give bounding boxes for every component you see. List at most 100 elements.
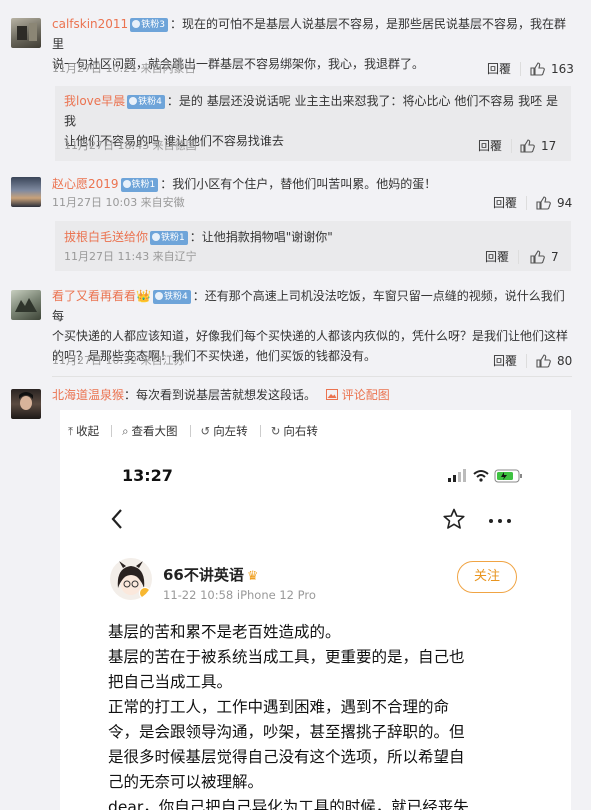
screenshot-image[interactable]: 13:27 66不讲英语 ♛ 11-22 10:58 iPhone 12 Pro … — [88, 452, 548, 810]
more-dots-icon[interactable] — [488, 518, 512, 524]
like-button[interactable]: 163 — [530, 61, 574, 77]
toolbar-label: 收起 — [76, 424, 100, 438]
post-line: dear，你自己把自己异化为工具的时候，就已经丧失 — [108, 798, 469, 810]
post-line: 把自己当成工具。 — [108, 673, 233, 691]
comment-body: ：每次看到说基层苦就想发这段话。 — [124, 388, 317, 402]
comment-username[interactable]: 北海道温泉猴 — [52, 388, 124, 402]
fan-badge[interactable]: 铁粉1 — [150, 231, 188, 245]
avatar[interactable] — [11, 18, 41, 48]
like-count: 7 — [551, 250, 559, 264]
signal-icon — [448, 469, 466, 482]
divider — [518, 250, 519, 264]
reply-text: 拔根白毛送给你 铁粉1 ：让他捐款捐物唱"谢谢你" — [64, 227, 564, 247]
divider — [111, 425, 113, 437]
fan-badge-label: 铁粉4 — [163, 292, 188, 302]
star-icon[interactable] — [443, 508, 465, 530]
magnify-icon: ⌕ — [122, 423, 129, 438]
collapse-button[interactable]: ⤒ 收起 — [68, 423, 99, 439]
fan-badge-icon — [132, 20, 141, 28]
comment-meta: 11月27日 10:03 来自安徽 — [52, 196, 185, 209]
comment-meta: 11月27日 10:21 来自内蒙古 — [52, 62, 196, 75]
divider — [189, 425, 191, 437]
author-name-text: 66不讲英语 — [163, 566, 244, 584]
avatar[interactable] — [11, 389, 41, 419]
post-line: 是很多时候基层觉得自己没有这个选项，所以希望自 — [108, 748, 465, 766]
like-count: 80 — [557, 354, 573, 368]
reply-body: ：让他捐款捐物唱"谢谢你" — [189, 230, 333, 244]
toolbar-label: 向右转 — [283, 424, 318, 438]
like-button[interactable]: 94 — [536, 195, 572, 211]
post-time-device: 11-22 10:58 iPhone 12 Pro — [163, 588, 316, 602]
fan-badge[interactable]: 铁粉1 — [120, 178, 159, 192]
comment-body: ：现在的可怕不是基层人说基层不容易，是那些居民说基层不容易，我在群里 — [52, 17, 566, 51]
author-avatar[interactable] — [110, 558, 152, 600]
comment-meta: 11月27日 10:32 来自江苏 — [52, 354, 185, 367]
thumbs-up-icon — [536, 196, 551, 210]
like-button[interactable]: 7 — [530, 249, 559, 265]
divider — [526, 354, 527, 368]
reply-username[interactable]: 我love早晨 — [64, 94, 125, 108]
picture-comment-label: 评论配图 — [341, 388, 390, 402]
reply-button[interactable]: 回覆 — [478, 138, 502, 154]
comment-panel: calfskin2011 铁粉3 ：现在的可怕不是基层人说基层不容易，是那些居民说基… — [0, 0, 591, 810]
thumbs-up-icon — [520, 139, 535, 153]
status-bar-icons — [448, 469, 522, 483]
comment-username[interactable]: 看了又看再看看 — [52, 289, 136, 303]
back-chevron-icon[interactable] — [110, 508, 124, 530]
image-toolbar: ⤒ 收起 ⌕ 查看大图 ↺ 向左转 ↻ 向右转 — [60, 410, 571, 452]
image-viewer: ⤒ 收起 ⌕ 查看大图 ↺ 向左转 ↻ 向右转 13:27 66不讲英语 ♛ 11 — [60, 410, 571, 810]
divider — [259, 425, 261, 437]
wifi-icon — [473, 470, 489, 482]
reply-button[interactable]: 回覆 — [493, 195, 517, 211]
like-button[interactable]: 80 — [536, 353, 572, 369]
rotate-left-button[interactable]: ↺ 向左转 — [201, 423, 248, 439]
verified-badge-icon — [139, 587, 151, 599]
reply-button[interactable]: 回覆 — [493, 353, 517, 369]
author-name[interactable]: 66不讲英语 ♛ — [163, 564, 259, 585]
toolbar-label: 查看大图 — [131, 424, 178, 438]
fan-badge-label: 铁粉3 — [141, 20, 165, 30]
avatar-image — [15, 298, 37, 312]
comment-username[interactable]: calfskin2011 — [52, 17, 128, 31]
avatar[interactable] — [11, 177, 41, 207]
view-large-button[interactable]: ⌕ 查看大图 — [122, 423, 177, 439]
avatar-image — [17, 23, 37, 41]
comment-text: 赵心愿2019 铁粉1 ：我们小区有个住户，替他们叫苦叫累。他妈的蛋！ — [52, 174, 572, 194]
post-line: 正常的打工人，工作中遇到困难，遇到不合理的命 — [108, 698, 450, 716]
like-count: 163 — [551, 62, 574, 76]
fan-badge[interactable]: 铁粉4 — [152, 290, 191, 304]
divider — [511, 139, 512, 153]
rotate-right-button[interactable]: ↻ 向右转 — [271, 423, 318, 439]
divider — [520, 62, 521, 76]
comment-body: ：我们小区有个住户，替他们叫苦叫累。他妈的蛋！ — [160, 177, 437, 191]
comment-body: 个买快递的人都应该知道，好像我们每个买快递的人都该内疚似的，凭什么呀？是我们让他… — [52, 329, 569, 343]
reply-username[interactable]: 拔根白毛送给你 — [64, 230, 148, 244]
like-count: 17 — [541, 139, 557, 153]
post-body: 基层的苦和累不是老百姓造成的。 基层的苦在于被系统当成工具，更重要的是，自己也 … — [108, 620, 528, 810]
fan-badge-icon — [122, 180, 131, 188]
rotate-right-icon: ↻ — [270, 424, 281, 438]
fan-badge-icon — [154, 292, 163, 300]
follow-button[interactable]: 关注 — [457, 561, 517, 593]
reply-meta: 11月27日 11:43 来自辽宁 — [64, 250, 197, 263]
reply-button[interactable]: 回覆 — [485, 249, 509, 265]
like-button[interactable]: 17 — [520, 138, 556, 154]
crown-icon: ♛ — [246, 569, 259, 584]
post-line: 基层的苦在于被系统当成工具，更重要的是，自己也 — [108, 648, 465, 666]
comment-username[interactable]: 赵心愿2019 — [52, 177, 119, 191]
thumbs-up-icon — [530, 62, 545, 76]
picture-comment-link[interactable]: 评论配图 — [325, 388, 390, 402]
image-icon — [325, 389, 338, 400]
collapse-up-icon: ⤒ — [68, 423, 74, 438]
battery-icon — [494, 469, 522, 483]
reply-button[interactable]: 回覆 — [487, 61, 511, 77]
fan-badge-icon — [129, 97, 138, 105]
like-count: 94 — [557, 196, 573, 210]
divider — [52, 376, 572, 377]
reply-meta: 11月27日 18:43 来自德国 — [64, 139, 197, 152]
fan-badge[interactable]: 铁粉3 — [130, 18, 168, 32]
avatar-image — [19, 392, 33, 410]
fan-badge[interactable]: 铁粉4 — [127, 95, 165, 109]
toolbar-label: 向左转 — [213, 424, 248, 438]
avatar[interactable] — [11, 290, 41, 320]
